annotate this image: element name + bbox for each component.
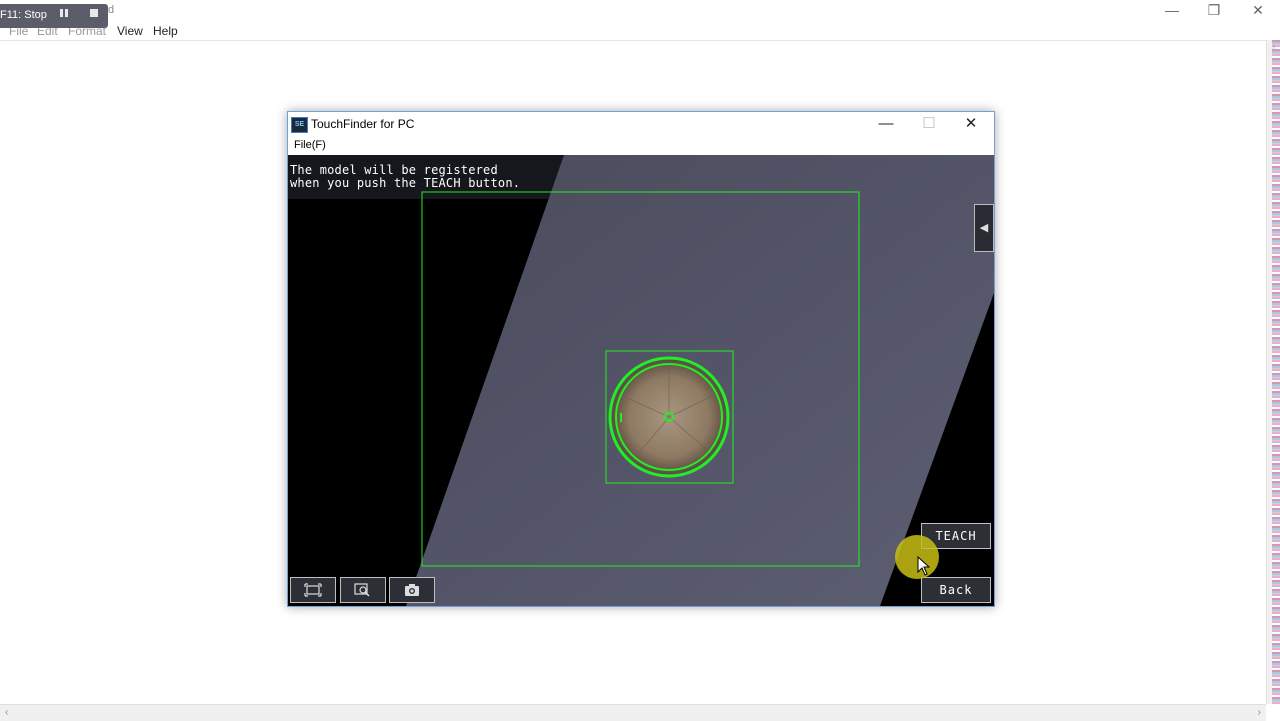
mouse-cursor-icon — [917, 556, 931, 576]
minimize-button[interactable]: — — [865, 112, 907, 136]
touchfinder-app-icon: SE — [291, 117, 308, 133]
restore-button[interactable]: ❐ — [1194, 0, 1234, 22]
menu-help[interactable]: Help — [153, 24, 178, 38]
camera-icon — [405, 584, 419, 596]
notepad-titlebar: d — ❐ ✕ — [0, 0, 1280, 22]
camera-image — [288, 155, 994, 606]
stop-icon[interactable] — [85, 7, 103, 25]
panel-toggle-tab[interactable]: ◀ — [974, 204, 994, 252]
fit-screen-icon — [304, 583, 322, 597]
notepad-menubar: File Edit Format View Help — [0, 22, 1266, 41]
scroll-right-icon[interactable]: › — [1258, 707, 1261, 718]
capture-button[interactable] — [389, 577, 435, 603]
close-button[interactable]: ✕ — [950, 112, 992, 136]
recorder-stop-label[interactable]: F11: Stop — [0, 9, 47, 21]
background-artifact-stripes — [1272, 40, 1280, 704]
fit-screen-button[interactable] — [290, 577, 336, 603]
close-button[interactable]: ✕ — [1238, 0, 1278, 22]
instruction-line-1: The model will be registered — [290, 163, 498, 177]
minimize-button[interactable]: — — [1152, 0, 1192, 22]
back-button[interactable]: Back — [921, 577, 991, 603]
instruction-text: The model will be registered when you pu… — [290, 164, 520, 190]
horizontal-scrollbar[interactable]: ‹ › — [0, 704, 1266, 721]
menu-view[interactable]: View — [117, 24, 143, 38]
chevron-left-icon: ◀ — [979, 222, 989, 234]
notepad-title: d — [108, 4, 115, 16]
recorder-toolbar: F11: Stop — [0, 4, 108, 28]
instruction-line-2: when you push the TEACH button. — [290, 176, 521, 190]
scroll-left-icon[interactable]: ‹ — [5, 707, 8, 718]
touchfinder-titlebar[interactable]: SE TouchFinder for PC — ☐ ✕ — [288, 112, 994, 136]
window-title: TouchFinder for PC — [311, 117, 415, 131]
menu-file[interactable]: File(F) — [294, 139, 326, 151]
touchfinder-menubar: File(F) — [288, 136, 994, 155]
camera-view[interactable]: The model will be registered when you pu… — [288, 155, 994, 606]
zoom-button[interactable] — [340, 577, 386, 603]
pause-icon[interactable] — [55, 7, 73, 25]
touchfinder-window: SE TouchFinder for PC — ☐ ✕ File(F) The … — [287, 111, 995, 607]
zoom-icon — [354, 583, 370, 597]
maximize-button: ☐ — [922, 115, 936, 132]
